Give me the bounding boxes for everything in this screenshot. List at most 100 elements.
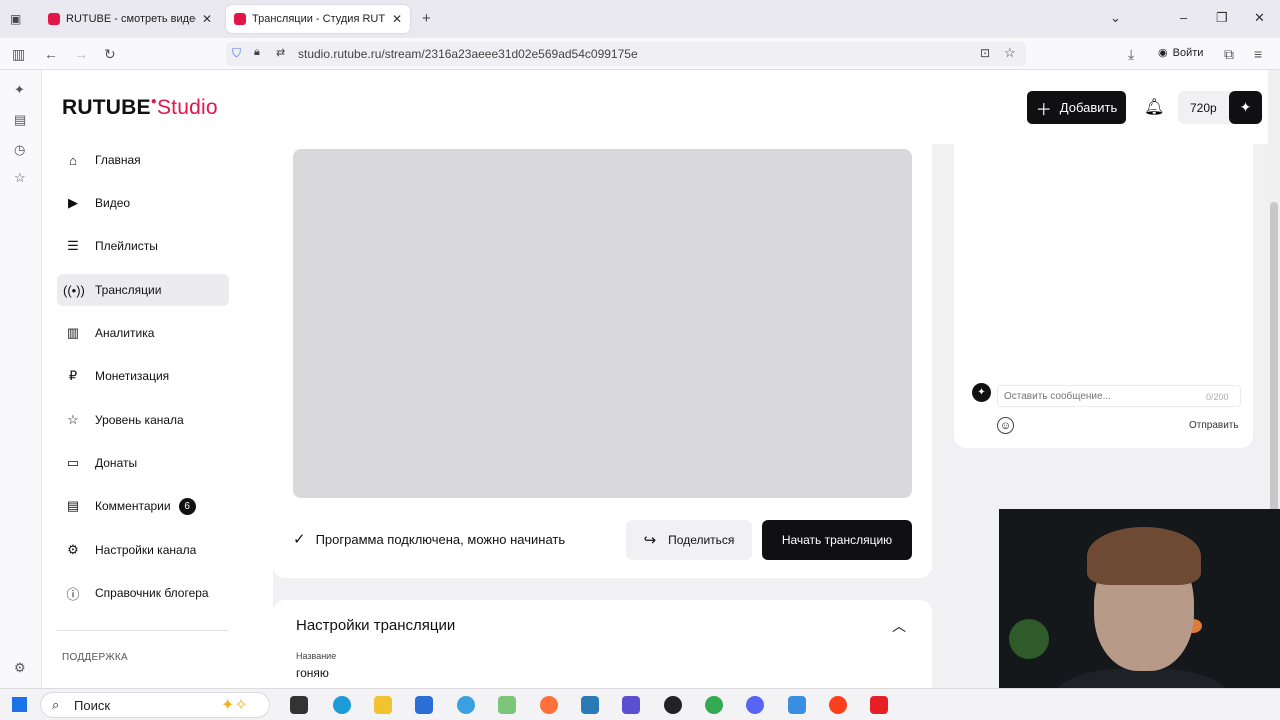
sidebar-item-donations[interactable]: ▭ Донаты xyxy=(57,447,229,479)
sidebar-item-comments[interactable]: ▤ Комментарии 6 xyxy=(57,490,229,522)
sidebar-item-channel-settings[interactable]: ⚙ Настройки канала xyxy=(57,534,229,566)
add-button[interactable]: ＋ Добавить xyxy=(1027,91,1126,124)
explorer-icon[interactable] xyxy=(374,696,392,714)
yandex-browser-icon[interactable] xyxy=(829,696,847,714)
start-broadcast-button[interactable]: Начать трансляцию xyxy=(762,520,912,560)
bookmarks-icon[interactable]: ☆ xyxy=(14,170,26,186)
store-icon[interactable] xyxy=(415,696,433,714)
obs-icon[interactable] xyxy=(664,696,682,714)
app-icon[interactable] xyxy=(788,696,806,714)
sidebar-item-label: Справочник блогера xyxy=(95,586,209,600)
comments-count-badge: 6 xyxy=(178,497,196,515)
info-icon: ⓘ xyxy=(66,586,80,602)
synced-tabs-icon[interactable]: ▤ xyxy=(14,112,26,128)
browser-tab-studio[interactable]: Трансляции - Студия RUTUBE ✕ xyxy=(226,5,410,33)
minimize-icon[interactable]: – xyxy=(1180,10,1187,25)
stream-preview-player[interactable] xyxy=(293,149,912,498)
sidebar-item-blogger-guide[interactable]: ⓘ Справочник блогера xyxy=(57,577,229,609)
history-icon[interactable]: ◷ xyxy=(14,142,25,158)
home-icon: ⌂ xyxy=(69,152,77,168)
app-icon[interactable] xyxy=(622,696,640,714)
task-view-icon[interactable] xyxy=(290,696,308,714)
sidebar-item-home[interactable]: ⌂ Главная xyxy=(57,144,229,176)
download-icon[interactable]: ⤓ xyxy=(1128,46,1134,63)
bookmark-star-icon[interactable]: ☆ xyxy=(1004,45,1016,61)
install-icon[interactable]: ⊡ xyxy=(980,46,990,60)
sidebar-item-video[interactable]: ▶ Видео xyxy=(57,187,229,219)
browser-tab-rutube[interactable]: RUTUBE - смотреть видео онл ✕ xyxy=(40,5,220,33)
account-button[interactable]: ◉ Войти xyxy=(1158,46,1204,60)
shield-icon: ⛉ xyxy=(232,46,242,60)
extensions-icon[interactable]: ⧉ xyxy=(1224,46,1234,63)
studio-favicon-icon xyxy=(234,13,246,25)
edge-icon[interactable] xyxy=(333,696,351,714)
search-label: Поиск xyxy=(74,697,111,713)
app-icon[interactable] xyxy=(581,696,599,714)
logo-sub: Studio xyxy=(156,96,218,119)
back-icon[interactable]: ← xyxy=(44,46,58,62)
sidebar-item-playlists[interactable]: ☰ Плейлисты xyxy=(57,230,229,262)
sidebar-item-label: Монетизация xyxy=(95,369,170,383)
sidebar-item-analytics[interactable]: ▥ Аналитика xyxy=(57,317,229,349)
windows-start-icon[interactable] xyxy=(12,697,27,712)
chat-panel: ✦ 0/200 ☺ Отправить xyxy=(954,144,1253,448)
sidebar-item-monetization[interactable]: ₽ Монетизация xyxy=(57,360,229,392)
studio-sidebar: ⌂ Главная ▶ Видео ☰ Плейлисты ((•)) Тран… xyxy=(42,144,273,688)
telegram-icon[interactable] xyxy=(457,696,475,714)
close-tab-icon[interactable]: ✕ xyxy=(392,12,402,26)
plus-icon: ＋ xyxy=(1035,101,1052,119)
reload-icon[interactable]: ↻ xyxy=(104,46,116,63)
tab-dropdown-icon[interactable]: ⌄ xyxy=(1110,10,1121,26)
taskbar-search[interactable]: ⌕ Поиск ✦✧ xyxy=(40,692,270,718)
sidebar-item-label: Плейлисты xyxy=(95,239,158,253)
maximize-icon[interactable]: ❐ xyxy=(1216,10,1228,26)
char-counter: 0/200 xyxy=(1206,392,1229,402)
add-button-label: Добавить xyxy=(1059,100,1118,115)
name-field-label: Название xyxy=(296,651,337,661)
close-window-icon[interactable]: ✕ xyxy=(1254,10,1265,26)
discord-icon[interactable] xyxy=(746,696,764,714)
chrome-icon[interactable] xyxy=(705,696,723,714)
ai-chat-icon[interactable]: ✦ xyxy=(14,82,25,98)
logo-main: RUTUBE xyxy=(62,96,151,119)
sidebar-toggle-icon[interactable]: ▥ xyxy=(12,46,25,63)
checkmark-icon: ✓ xyxy=(293,531,306,548)
forward-icon[interactable]: → xyxy=(74,46,88,62)
sidebar-item-label: Аналитика xyxy=(95,326,155,340)
send-button[interactable]: Отправить xyxy=(1189,420,1239,431)
sidebar-item-label: Уровень канала xyxy=(95,413,184,427)
broadcast-settings-card: Настройки трансляции ︿ Название гоняю xyxy=(273,600,932,700)
sidebar-item-label: Видео xyxy=(95,196,131,210)
sidebar-item-label: Донаты xyxy=(95,456,138,470)
share-arrow-icon: ↪ xyxy=(643,532,657,549)
copilot-sparkle-icon: ✦✧ xyxy=(221,697,248,714)
sidebar-item-label: Трансляции xyxy=(95,283,162,297)
chevron-up-icon[interactable]: ︿ xyxy=(892,616,906,636)
share-button[interactable]: ↪ Поделиться xyxy=(626,520,752,560)
emoji-icon[interactable]: ☺ xyxy=(997,417,1014,434)
login-label: Войти xyxy=(1172,46,1204,59)
rutube-favicon-icon xyxy=(48,13,60,25)
rutube-studio-logo[interactable]: RUTUBE●Studio xyxy=(62,96,218,120)
channel-avatar-icon[interactable]: ✦ xyxy=(1229,91,1262,124)
chat-message-input[interactable] xyxy=(997,385,1241,407)
studio-header: RUTUBE●Studio ＋ Добавить 🔔︎ 720p ✦ xyxy=(42,70,1268,144)
quality-selector[interactable]: 720p ✦ xyxy=(1178,91,1262,124)
menu-icon[interactable]: ≡ xyxy=(1254,46,1262,62)
url-text: studio.rutube.ru/stream/2316a23aeee31d02… xyxy=(298,47,638,61)
sidebar-item-channel-level[interactable]: ☆ Уровень канала xyxy=(57,404,229,436)
gear-icon: ⚙ xyxy=(67,542,79,557)
playlist-icon: ☰ xyxy=(67,238,79,253)
close-tab-icon[interactable]: ✕ xyxy=(202,12,212,26)
firefox-icon[interactable] xyxy=(540,696,558,714)
customize-icon[interactable]: ⚙ xyxy=(14,660,26,676)
address-bar[interactable]: ⛉ 🔒︎ ⇄ studio.rutube.ru/stream/2316a23ae… xyxy=(226,42,1026,66)
new-tab-icon[interactable]: + xyxy=(422,10,431,27)
app-icon[interactable] xyxy=(498,696,516,714)
browser-toolbar: ▥ ← → ↻ ⛉ 🔒︎ ⇄ studio.rutube.ru/stream/2… xyxy=(0,38,1280,70)
yandex-icon[interactable] xyxy=(870,696,888,714)
name-field[interactable]: гоняю xyxy=(296,666,329,680)
notifications-bell-icon[interactable]: 🔔︎ xyxy=(1144,97,1164,117)
sidebar-item-broadcasts[interactable]: ((•)) Трансляции xyxy=(57,274,229,306)
tab-list-icon[interactable]: ▣ xyxy=(10,12,21,26)
